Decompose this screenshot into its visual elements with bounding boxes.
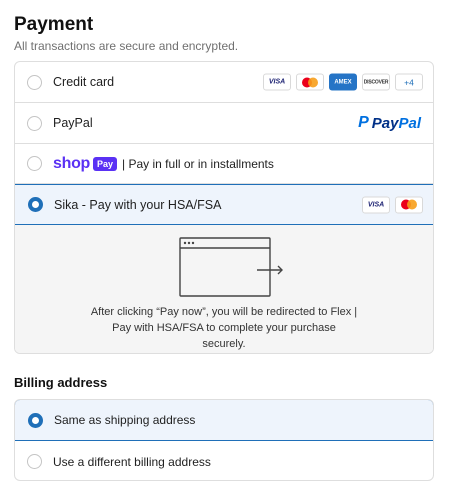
billing-option-different[interactable]: Use a different billing address — [15, 441, 433, 480]
amex-icon: AMEX — [329, 73, 357, 91]
shop-pay-badge: Pay — [93, 156, 118, 171]
paypal-mark-icon: P — [358, 114, 369, 131]
mastercard-icon — [296, 73, 324, 91]
payment-option-paypal[interactable]: PayPal P PayPal — [15, 103, 433, 144]
payment-options: Credit card VISA AMEX DISCOVER +4 PayPal… — [14, 61, 434, 354]
shop-pay-label: | Pay in full or in installments — [122, 156, 274, 171]
radio-icon[interactable] — [27, 74, 42, 90]
payment-option-shop-pay[interactable]: shop Pay | Pay in full or in installment… — [15, 144, 433, 184]
visa-icon: VISA — [263, 73, 291, 91]
paypal-logo-pay: Pay — [371, 114, 399, 132]
sika-card-brands: VISA — [362, 196, 423, 213]
sika-label: Sika - Pay with your HSA/FSA — [54, 197, 222, 212]
radio-icon[interactable] — [27, 454, 42, 469]
discover-icon: DISCOVER — [362, 73, 390, 91]
more-cards-badge: +4 — [395, 73, 423, 91]
payment-subtitle: All transactions are secure and encrypte… — [14, 39, 239, 53]
billing-same-label: Same as shipping address — [54, 413, 196, 427]
radio-icon[interactable] — [27, 115, 42, 131]
payment-option-credit-card[interactable]: Credit card VISA AMEX DISCOVER +4 — [15, 62, 433, 103]
redirect-message: After clicking “Pay now”, you will be re… — [15, 304, 433, 352]
credit-card-label: Credit card — [53, 75, 115, 89]
card-brands: VISA AMEX DISCOVER +4 — [263, 73, 423, 91]
sika-redirect-panel: After clicking “Pay now”, you will be re… — [15, 225, 433, 353]
radio-icon[interactable] — [27, 156, 42, 171]
radio-icon[interactable] — [28, 412, 43, 428]
payment-option-sika[interactable]: Sika - Pay with your HSA/FSA VISA — [15, 184, 433, 225]
billing-title: Billing address — [14, 375, 108, 390]
paypal-logo-pal: Pal — [398, 114, 421, 132]
paypal-logo: P PayPal — [358, 114, 421, 132]
visa-icon: VISA — [362, 196, 390, 213]
redirect-message-text: After clicking “Pay now”, you will be re… — [90, 306, 358, 350]
checkout-page: Payment All transactions are secure and … — [0, 0, 450, 500]
billing-different-label: Use a different billing address — [53, 454, 211, 469]
shop-pay-logo: shop — [53, 154, 91, 172]
paypal-label: PayPal — [53, 116, 93, 130]
billing-options: Same as shipping address Use a different… — [14, 399, 434, 481]
mastercard-icon — [395, 196, 423, 213]
radio-icon[interactable] — [28, 197, 43, 212]
billing-option-same[interactable]: Same as shipping address — [15, 400, 433, 441]
browser-redirect-icon — [179, 237, 283, 297]
payment-title: Payment — [14, 14, 94, 35]
